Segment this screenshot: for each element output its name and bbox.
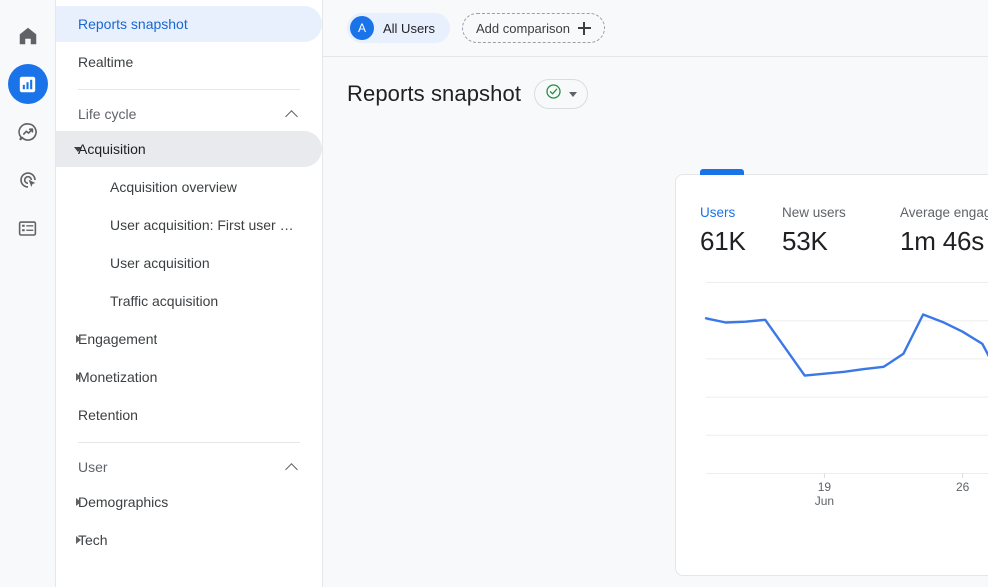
nav-group-title: Life cycle bbox=[78, 106, 136, 122]
all-users-chip[interactable]: A All Users bbox=[347, 13, 450, 43]
metric-new-users[interactable]: New users 53K bbox=[782, 205, 900, 257]
comparison-toolbar: A All Users Add comparison bbox=[323, 0, 988, 57]
caret-down-icon[interactable] bbox=[68, 131, 88, 167]
sidebar-item-label: User acquisition bbox=[110, 255, 210, 271]
caret-right-icon[interactable] bbox=[68, 484, 88, 520]
avatar: A bbox=[350, 16, 374, 40]
chart-svg: 5K4K3K2K1K019Jun2603Jul10 bbox=[676, 279, 988, 509]
sidebar-item-acquisition[interactable]: Acquisition bbox=[56, 131, 322, 167]
nav-divider bbox=[78, 442, 300, 443]
sidebar-item-label: Demographics bbox=[78, 494, 168, 510]
add-comparison-button[interactable]: Add comparison bbox=[462, 13, 605, 43]
sidebar-item-label: Realtime bbox=[78, 54, 133, 70]
library-icon[interactable] bbox=[8, 208, 48, 248]
sidebar-item-traffic-acquisition[interactable]: Traffic acquisition bbox=[56, 283, 322, 319]
report-status-dropdown[interactable] bbox=[534, 79, 588, 109]
x-axis-label-day: 19 bbox=[818, 480, 832, 494]
page-header: Reports snapshot bbox=[323, 57, 988, 109]
metric-label: New users bbox=[782, 205, 900, 220]
home-icon[interactable] bbox=[8, 16, 48, 56]
metric-users[interactable]: Users 61K bbox=[700, 205, 782, 257]
main-content: A All Users Add comparison Reports snaps… bbox=[323, 0, 988, 587]
advertising-icon[interactable] bbox=[8, 160, 48, 200]
sidebar-item-tech[interactable]: Tech bbox=[56, 522, 322, 558]
chevron-up-icon[interactable] bbox=[285, 463, 298, 476]
metric-value: 1m 46s bbox=[900, 226, 988, 257]
sidebar-item-label: Reports snapshot bbox=[78, 16, 188, 32]
sidebar-item-monetization[interactable]: Monetization bbox=[56, 359, 322, 395]
sidebar-item-label: Monetization bbox=[78, 369, 157, 385]
nav-group-life-cycle[interactable]: Life cycle bbox=[56, 99, 322, 129]
metric-value: 61K bbox=[700, 226, 782, 257]
nav-divider bbox=[78, 89, 300, 90]
chevron-up-icon[interactable] bbox=[285, 110, 298, 123]
sidebar-item-label: User acquisition: First user … bbox=[110, 217, 294, 233]
metric-avg-engagement-time[interactable]: Average engagement time ? 1m 46s bbox=[900, 205, 988, 257]
all-users-label: All Users bbox=[383, 21, 435, 36]
page-title: Reports snapshot bbox=[347, 81, 521, 107]
users-overview-card: Users 61K New users 53K Average engageme… bbox=[675, 174, 988, 576]
x-axis-label-month: Jun bbox=[815, 494, 834, 508]
caret-right-icon[interactable] bbox=[68, 522, 88, 558]
reports-icon[interactable] bbox=[8, 64, 48, 104]
nav-groups: Life cycle Acquisition Acquisition overvie… bbox=[56, 89, 322, 558]
sidebar-item-label: Acquisition overview bbox=[110, 179, 237, 195]
sidebar-item-reports-snapshot[interactable]: Reports snapshot bbox=[56, 6, 322, 42]
report-nav-sidebar: Reports snapshot Realtime Life cycle Acqui… bbox=[56, 0, 323, 587]
sidebar-item-user-acquisition-first-user[interactable]: User acquisition: First user … bbox=[56, 207, 322, 243]
sidebar-item-realtime[interactable]: Realtime bbox=[56, 44, 322, 80]
x-axis-label-day: 26 bbox=[956, 480, 970, 494]
sidebar-item-label: Retention bbox=[78, 407, 138, 423]
sidebar-item-demographics[interactable]: Demographics bbox=[56, 484, 322, 520]
sidebar-item-retention[interactable]: Retention bbox=[56, 397, 322, 433]
add-comparison-label: Add comparison bbox=[476, 21, 570, 36]
nav-group-title: User bbox=[78, 459, 108, 475]
sidebar-item-label: Acquisition bbox=[78, 141, 146, 157]
explore-icon[interactable] bbox=[8, 112, 48, 152]
metrics-row: Users 61K New users 53K Average engageme… bbox=[676, 175, 988, 257]
metric-value: 53K bbox=[782, 226, 900, 257]
users-line-chart[interactable]: 5K4K3K2K1K019Jun2603Jul10 bbox=[676, 279, 988, 509]
sidebar-item-label: Engagement bbox=[78, 331, 157, 347]
icon-rail bbox=[0, 0, 56, 587]
sidebar-item-user-acquisition[interactable]: User acquisition bbox=[56, 245, 322, 281]
sidebar-item-acquisition-overview[interactable]: Acquisition overview bbox=[56, 169, 322, 205]
metric-label: Users bbox=[700, 205, 782, 220]
analytics-app: Reports snapshot Realtime Life cycle Acqui… bbox=[0, 0, 988, 587]
check-circle-icon bbox=[545, 83, 562, 105]
nav-top-section: Reports snapshot Realtime bbox=[56, 6, 322, 80]
caret-down-icon bbox=[569, 92, 577, 97]
active-tab-indicator bbox=[700, 169, 744, 175]
plus-icon bbox=[578, 22, 591, 35]
nav-group-user[interactable]: User bbox=[56, 452, 322, 482]
caret-right-icon[interactable] bbox=[68, 321, 88, 357]
metric-label-row: Average engagement time ? bbox=[900, 205, 988, 220]
metric-label: Average engagement time bbox=[900, 205, 988, 220]
caret-right-icon[interactable] bbox=[68, 359, 88, 395]
sidebar-item-engagement[interactable]: Engagement bbox=[56, 321, 322, 357]
sidebar-item-label: Traffic acquisition bbox=[110, 293, 218, 309]
